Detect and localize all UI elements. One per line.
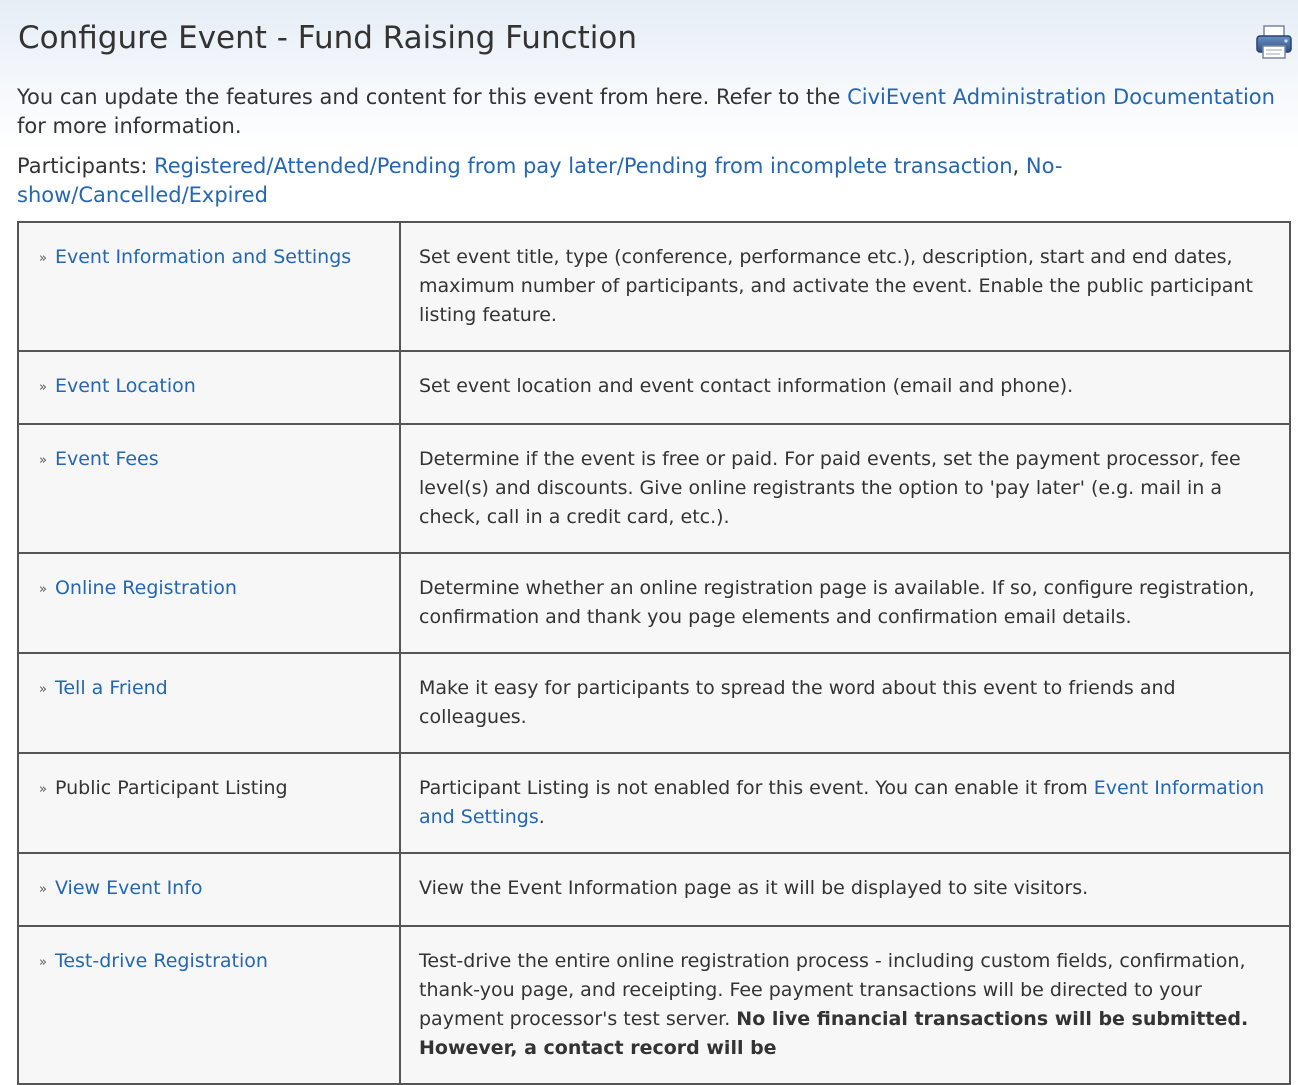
row-link-cell: » Event Information and Settings (17, 221, 401, 352)
row-link-cell: » Tell a Friend (17, 652, 401, 754)
bullet-icon: » (39, 955, 47, 970)
row-description: Test-drive the entire online registratio… (399, 925, 1291, 1085)
test-drive-registration-link[interactable]: Test-drive Registration (55, 950, 268, 972)
tell-a-friend-link[interactable]: Tell a Friend (55, 677, 168, 699)
row-description: Determine if the event is free or paid. … (399, 423, 1291, 554)
row-description: View the Event Information page as it wi… (399, 852, 1291, 927)
bullet-icon: » (39, 251, 47, 266)
civievent-documentation-link[interactable]: CiviEvent Administration Documentation (847, 85, 1275, 109)
public-participant-listing-label: Public Participant Listing (54, 777, 288, 799)
page-title: Configure Event - Fund Raising Function (18, 20, 638, 56)
bullet-icon: » (39, 582, 47, 597)
printer-icon[interactable] (1254, 24, 1294, 60)
intro-text-after: for more information. (17, 114, 242, 138)
table-row: » Event Information and Settings Set even… (17, 221, 1291, 352)
row-description: Determine whether an online registration… (399, 552, 1291, 654)
event-information-settings-link[interactable]: Event Information and Settings (55, 246, 351, 268)
event-fees-link[interactable]: Event Fees (55, 448, 159, 470)
row-description: Set event location and event contact inf… (399, 350, 1291, 425)
intro-text: You can update the features and content … (17, 83, 1277, 141)
event-location-link[interactable]: Event Location (55, 375, 196, 397)
row-link-cell: » Online Registration (17, 552, 401, 654)
bullet-icon: » (39, 380, 47, 395)
table-row: » Event Fees Determine if the event is fr… (17, 423, 1291, 554)
intro-text-before: You can update the features and content … (17, 85, 848, 109)
table-row: » Event Location Set event location and e… (17, 350, 1291, 425)
bullet-icon: » (39, 682, 47, 697)
table-row: » View Event Info View the Event Informat… (17, 852, 1291, 927)
bullet-icon: » (39, 453, 47, 468)
participants-label: Participants: (17, 154, 155, 178)
table-row: » Online Registration Determine whether a… (17, 552, 1291, 654)
configure-event-table: » Event Information and Settings Set even… (17, 221, 1291, 1085)
row-link-cell: » View Event Info (17, 852, 401, 927)
row-description: Set event title, type (conference, perfo… (399, 221, 1291, 352)
online-registration-link[interactable]: Online Registration (55, 577, 237, 599)
table-row: » Tell a Friend Make it easy for particip… (17, 652, 1291, 754)
bullet-icon: » (39, 782, 47, 797)
row-label-cell: » Public Participant Listing (17, 752, 401, 854)
row-description: Make it easy for participants to spread … (399, 652, 1291, 754)
row-link-cell: » Test-drive Registration (17, 925, 401, 1085)
row-link-cell: » Event Fees (17, 423, 401, 554)
participants-registered-link[interactable]: Registered/Attended/Pending from pay lat… (154, 154, 1012, 178)
bullet-icon: » (39, 882, 47, 897)
printer-icon-graphic (1256, 25, 1292, 59)
row-description: Participant Listing is not enabled for t… (399, 752, 1291, 854)
row-description-end: . (538, 806, 545, 828)
table-row: » Public Participant Listing Participant … (17, 752, 1291, 854)
participants-separator: , (1012, 154, 1026, 178)
participants-line: Participants: Registered/Attended/Pendin… (17, 152, 1277, 210)
table-row: » Test-drive Registration Test-drive the … (17, 925, 1291, 1085)
row-link-cell: » Event Location (17, 350, 401, 425)
row-description-text: Participant Listing is not enabled for t… (419, 777, 1094, 799)
view-event-info-link[interactable]: View Event Info (55, 877, 203, 899)
